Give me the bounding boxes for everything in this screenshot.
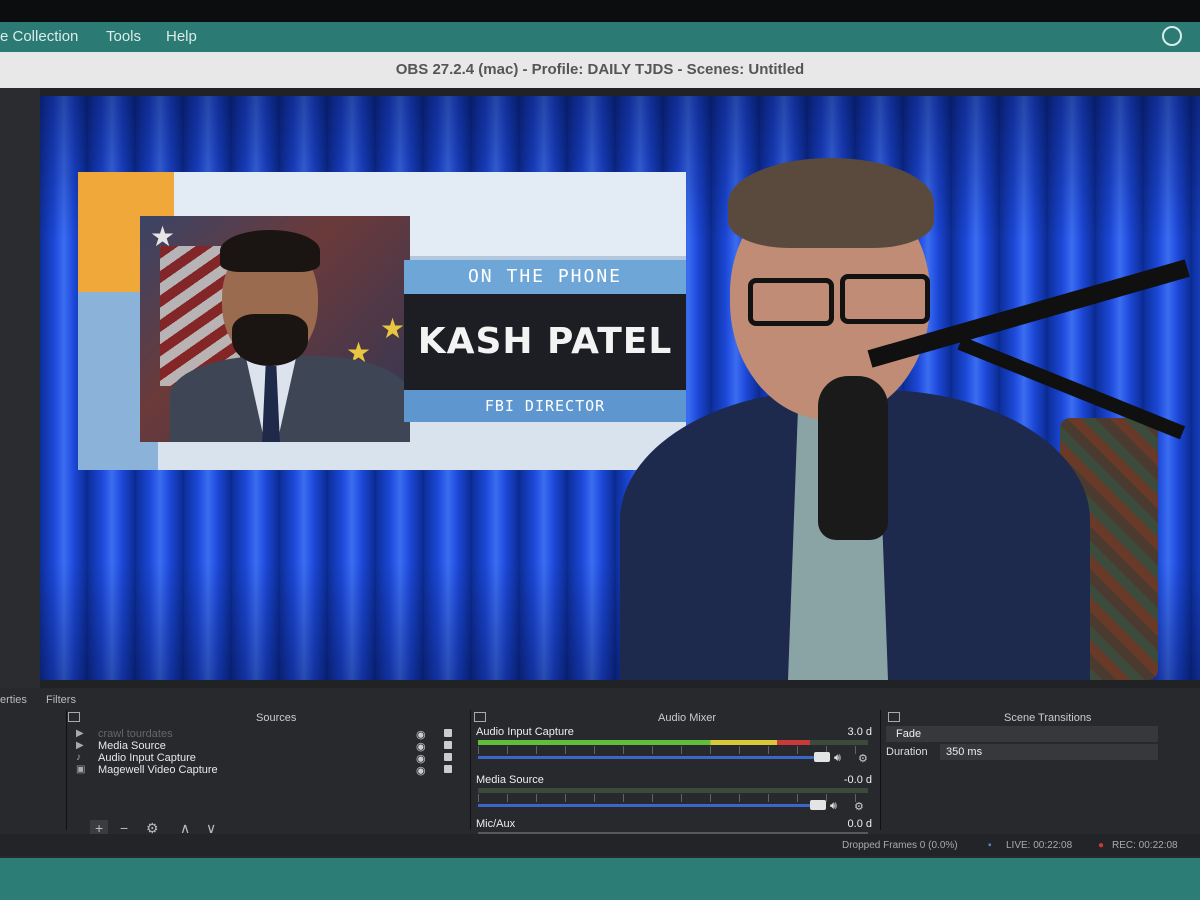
system-status-icon[interactable]: [1162, 26, 1182, 46]
guest-beard: [232, 314, 308, 366]
star-icon: ★: [380, 313, 406, 344]
source-item[interactable]: ▣ Magewell Video Capture ◉: [72, 764, 462, 777]
speaker-icon[interactable]: 🔊︎: [834, 752, 841, 765]
panel-divider: [470, 710, 471, 830]
menu-item-tools[interactable]: Tools: [106, 28, 141, 45]
source-label: Audio Input Capture: [98, 752, 196, 764]
speaker-icon[interactable]: 🔊︎: [830, 800, 837, 813]
source-item[interactable]: ▶ Media Source ◉: [72, 740, 462, 753]
source-label: crawl tourdates: [98, 728, 173, 740]
live-indicator-icon: ▪: [988, 840, 992, 851]
preview-left-margin: [0, 88, 40, 688]
play-icon: ▶: [76, 728, 84, 739]
host-hair: [728, 158, 934, 248]
volume-meter: [478, 788, 868, 793]
tab-filters[interactable]: Filters: [46, 694, 76, 706]
menu-item-help[interactable]: Help: [166, 28, 197, 45]
lock-icon[interactable]: [444, 765, 452, 773]
microphone-icon: ♪: [76, 752, 81, 763]
channel-name: Audio Input Capture: [476, 726, 574, 738]
guest-hair: [220, 230, 320, 272]
meter-fill: [478, 740, 810, 745]
menu-item-scene-collection[interactable]: e Collection: [0, 28, 78, 45]
live-time: LIVE: 00:22:08: [1006, 840, 1073, 851]
source-item[interactable]: ♪ Audio Input Capture ◉: [72, 752, 462, 765]
glasses-icon: [840, 274, 930, 324]
float-panel-icon[interactable]: [888, 712, 900, 722]
fader-handle[interactable]: [814, 752, 830, 762]
float-panel-icon[interactable]: [68, 712, 80, 722]
channel-db: 0.0 d: [847, 818, 872, 830]
rec-indicator-icon: ●: [1098, 840, 1105, 851]
volume-fader[interactable]: [478, 756, 818, 759]
guest-photo: ★ ★ ★: [140, 216, 410, 442]
channel-name: Media Source: [476, 774, 544, 786]
gear-icon[interactable]: ⚙: [854, 800, 864, 813]
source-label: Magewell Video Capture: [98, 764, 218, 776]
desktop-background: [0, 858, 1200, 900]
channel-db: 3.0 d: [847, 726, 872, 738]
meter-ticks: [478, 746, 868, 754]
duration-label: Duration: [886, 746, 928, 758]
panel-divider: [66, 710, 67, 830]
lock-icon[interactable]: [444, 729, 452, 737]
duration-field[interactable]: 350 ms: [940, 744, 1158, 760]
channel-db: -0.0 d: [843, 774, 872, 786]
camera-icon: ▣: [76, 764, 86, 775]
fader-handle[interactable]: [810, 800, 826, 810]
audio-mixer-title: Audio Mixer: [658, 712, 717, 724]
eye-icon[interactable]: ◉: [416, 764, 426, 777]
source-item[interactable]: ▶ crawl tourdates ◉: [72, 728, 462, 741]
rec-time: REC: 00:22:08: [1112, 840, 1178, 851]
source-label: Media Source: [98, 740, 166, 752]
tab-properties[interactable]: erties: [0, 694, 27, 706]
lock-icon[interactable]: [444, 753, 452, 761]
obs-dock: erties Filters Sources ▶ crawl tourdates…: [0, 688, 1200, 858]
glasses-icon: [748, 278, 834, 326]
transition-select[interactable]: Fade: [886, 726, 1158, 742]
microphone: [818, 376, 888, 540]
panel-divider: [880, 710, 881, 830]
dropped-frames: Dropped Frames 0 (0.0%): [842, 840, 958, 851]
monitor-bezel-top: [0, 0, 1200, 22]
float-panel-icon[interactable]: [474, 712, 486, 722]
volume-meter: [478, 740, 868, 745]
menu-bar: e Collection Tools Help: [0, 22, 1200, 52]
gear-icon[interactable]: ⚙: [858, 752, 868, 765]
star-icon: ★: [150, 221, 176, 252]
scene-transitions-title: Scene Transitions: [1004, 712, 1092, 724]
window-title: OBS 27.2.4 (mac) - Profile: DAILY TJDS -…: [0, 52, 1200, 88]
lock-icon[interactable]: [444, 741, 452, 749]
play-icon: ▶: [76, 740, 84, 751]
volume-fader[interactable]: [478, 804, 818, 807]
channel-name: Mic/Aux: [476, 818, 516, 830]
sources-title: Sources: [256, 712, 297, 724]
